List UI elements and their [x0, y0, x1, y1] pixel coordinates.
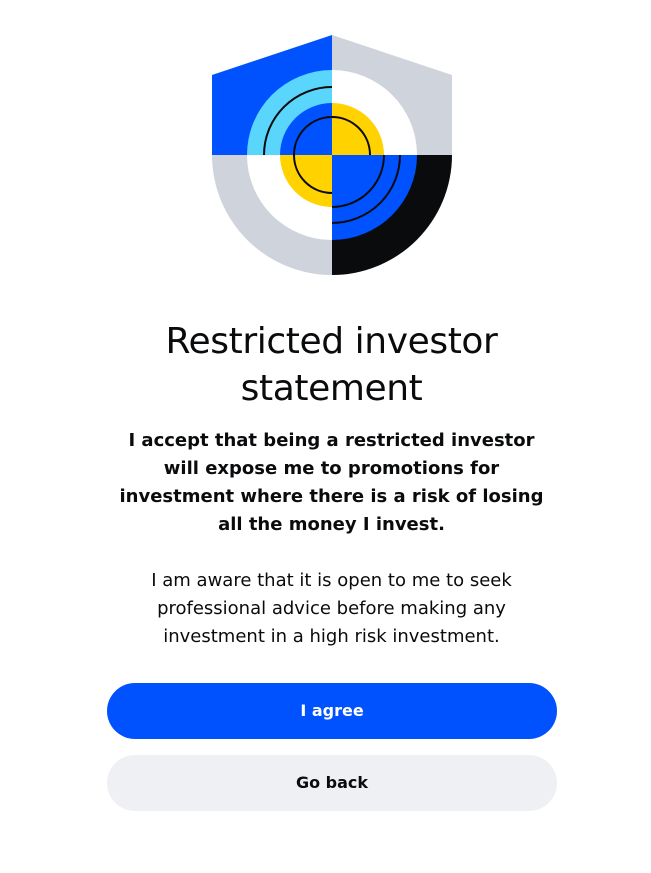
shield-icon [212, 35, 452, 275]
go-back-button[interactable]: Go back [107, 755, 557, 811]
page-title: Restricted investor statement [165, 321, 498, 409]
agree-button[interactable]: I agree [107, 683, 557, 739]
restricted-investor-page: Restricted investor statement I accept t… [0, 0, 651, 873]
professional-advice-statement: I am aware that it is open to me to seek… [151, 570, 512, 647]
risk-acceptance-statement: I accept that being a restricted investo… [119, 430, 544, 535]
